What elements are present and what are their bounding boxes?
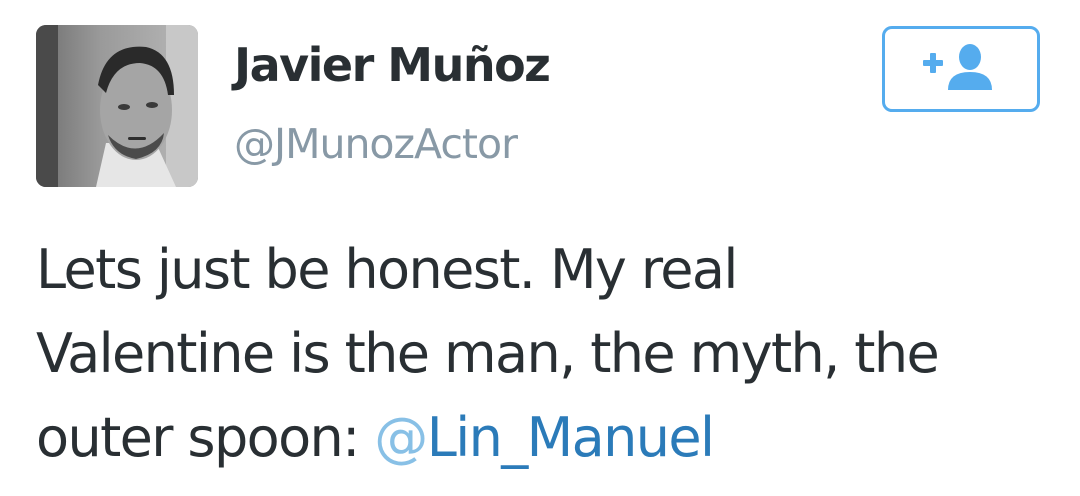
mention-at-symbol: @ <box>374 406 428 469</box>
tweet-text: Lets just be honest. My real Valentine is… <box>36 228 1056 480</box>
tweet-card: Javier Muñoz @JMunozActor Lets just be h… <box>0 0 1080 496</box>
avatar[interactable] <box>36 25 198 187</box>
profile-photo-image <box>36 25 198 187</box>
mention-link[interactable]: @Lin_Manuel <box>374 406 715 469</box>
mention-username: Lin_Manuel <box>426 406 715 469</box>
tweet-text-line-3: outer spoon: <box>36 406 375 469</box>
follow-button[interactable] <box>882 26 1040 112</box>
tweet-text-line-1: Lets just be honest. My real <box>36 238 738 301</box>
display-name[interactable]: Javier Muñoz <box>234 42 551 88</box>
tweet-text-line-2: Valentine is the man, the myth, the <box>36 322 940 385</box>
user-handle[interactable]: @JMunozActor <box>234 124 518 165</box>
follow-user-icon <box>921 40 1001 98</box>
